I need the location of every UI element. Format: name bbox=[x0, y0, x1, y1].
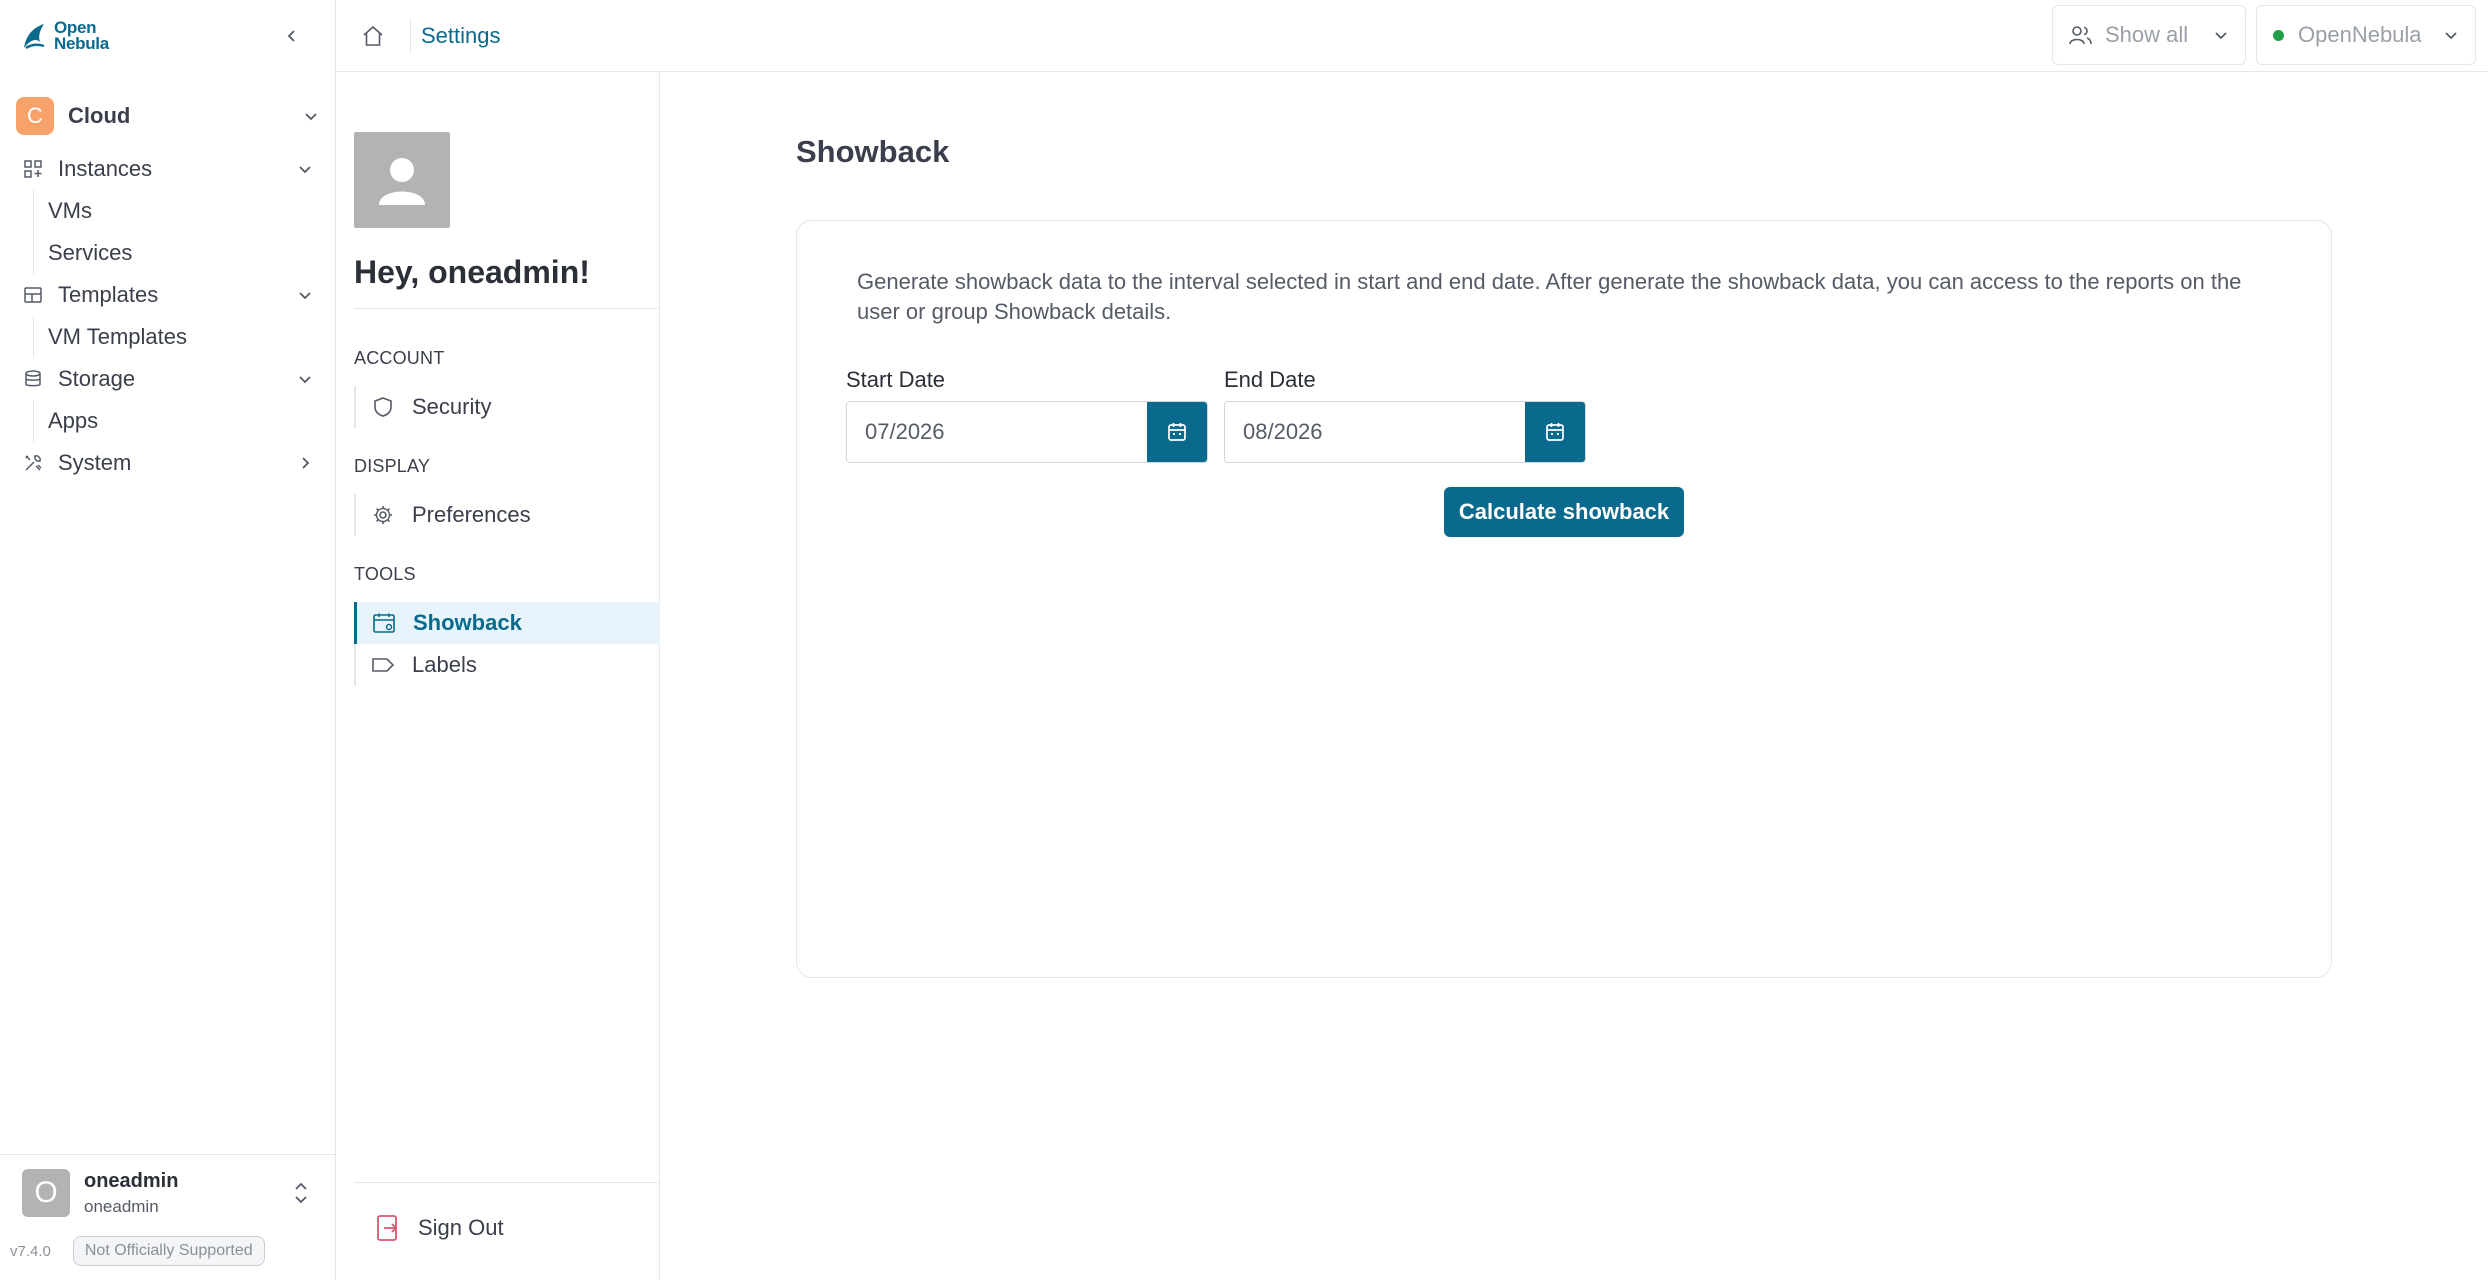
chevron-down-icon bbox=[299, 376, 311, 384]
settings-item-labels[interactable]: Labels bbox=[354, 644, 660, 686]
system-icon bbox=[22, 452, 44, 474]
zone-status-dot bbox=[2273, 29, 2284, 41]
chevron-left-icon bbox=[287, 30, 295, 42]
sidebar-item-system[interactable]: System bbox=[0, 442, 335, 484]
sidebar-subitem-vm-templates[interactable]: VM Templates bbox=[33, 316, 335, 358]
user-avatar-icon bbox=[379, 158, 425, 205]
group-filter-value: Show all bbox=[2105, 22, 2189, 47]
settings-item-showback[interactable]: Showback bbox=[354, 602, 660, 644]
user-group: oneadmin bbox=[84, 1196, 159, 1216]
start-date-picker-button[interactable] bbox=[1147, 402, 1207, 462]
sidebar-item-label: System bbox=[58, 450, 132, 475]
sign-out-label: Sign Out bbox=[418, 1215, 504, 1240]
calendar-icon bbox=[1168, 423, 1186, 441]
users-icon bbox=[2069, 26, 2092, 45]
home-button[interactable] bbox=[336, 0, 410, 72]
start-date-field: 07/2026 bbox=[846, 401, 1208, 463]
calculate-showback-button[interactable]: Calculate showback bbox=[1444, 487, 1684, 537]
version-label: v7.4.0 bbox=[10, 1242, 51, 1260]
sidebar-item-templates[interactable]: Templates bbox=[0, 274, 335, 316]
sidebar-subitem-apps[interactable]: Apps bbox=[33, 400, 335, 442]
chevron-down-icon bbox=[305, 113, 317, 121]
start-date-label: Start Date bbox=[846, 367, 946, 392]
section-title-display: DISPLAY bbox=[354, 456, 431, 476]
chevron-right-icon bbox=[302, 457, 310, 469]
user-menu[interactable]: O oneadmin oneadmin bbox=[0, 1155, 336, 1231]
sidebar-item-storage[interactable]: Storage bbox=[0, 358, 335, 400]
settings-item-label: Preferences bbox=[412, 502, 531, 527]
settings-item-security[interactable]: Security bbox=[354, 386, 660, 428]
user-block: O oneadmin oneadmin v7.4.0 Not Officiall… bbox=[0, 1154, 336, 1280]
chevron-down-icon bbox=[299, 166, 311, 174]
logo-text-nebula: Nebula bbox=[54, 34, 109, 53]
settings-panel: Hey, oneadmin! ACCOUNT Security DISPLAY … bbox=[336, 72, 660, 1280]
sidebar-subitem-vms[interactable]: VMs bbox=[33, 190, 335, 232]
sign-out-button[interactable]: Sign Out bbox=[376, 1214, 504, 1242]
profile-avatar bbox=[354, 132, 450, 228]
gear-icon bbox=[372, 504, 394, 526]
version-row: v7.4.0 Not Officially Supported bbox=[0, 1231, 336, 1271]
zone-select[interactable]: OpenNebula bbox=[2256, 5, 2476, 65]
group-filter-select[interactable]: Show all bbox=[2052, 5, 2246, 65]
chevron-down-icon bbox=[299, 292, 311, 300]
showback-description: Generate showback data to the interval s… bbox=[857, 269, 2242, 324]
tag-icon bbox=[372, 654, 394, 676]
settings-item-preferences[interactable]: Preferences bbox=[354, 494, 660, 536]
divider bbox=[354, 308, 660, 309]
profile-greeting: Hey, oneadmin! bbox=[354, 254, 590, 290]
settings-item-label: Showback bbox=[413, 610, 522, 635]
calendar-icon bbox=[1546, 423, 1564, 441]
instances-icon bbox=[22, 158, 44, 180]
sidebar-item-instances[interactable]: Instances bbox=[0, 148, 335, 190]
group-label: Cloud bbox=[68, 103, 131, 128]
zone-select-value: OpenNebula bbox=[2298, 22, 2422, 47]
sign-out-icon bbox=[376, 1214, 400, 1242]
section-title-account: ACCOUNT bbox=[354, 348, 445, 368]
support-badge: Not Officially Supported bbox=[72, 1236, 265, 1266]
settings-item-label: Labels bbox=[412, 652, 477, 677]
templates-icon bbox=[22, 284, 44, 306]
end-date-label: End Date bbox=[1224, 367, 1316, 392]
page-title: Showback bbox=[796, 134, 950, 169]
showback-card: Generate showback data to the interval s… bbox=[796, 220, 2332, 978]
storage-icon bbox=[22, 368, 44, 390]
divider bbox=[354, 1182, 660, 1183]
shield-icon bbox=[372, 396, 394, 418]
app-sidebar: Open Nebula C Cloud Instances VMs Servic… bbox=[0, 0, 336, 1280]
group-badge: C bbox=[16, 97, 54, 135]
user-name: oneadmin bbox=[84, 1169, 179, 1192]
end-date-picker-button[interactable] bbox=[1525, 402, 1585, 462]
sidebar-item-label: Storage bbox=[58, 366, 136, 391]
end-date-input[interactable]: 08/2026 bbox=[1225, 402, 1525, 462]
section-title-tools: TOOLS bbox=[354, 564, 416, 584]
end-date-field: 08/2026 bbox=[1224, 401, 1586, 463]
avatar: O bbox=[22, 1169, 70, 1217]
top-bar: Settings Show all OpenNebula bbox=[336, 0, 2488, 72]
chevron-down-icon bbox=[2445, 32, 2457, 40]
chevron-updown-icon bbox=[295, 1182, 307, 1204]
group-selector-cloud[interactable]: C Cloud bbox=[0, 92, 335, 140]
sidebar-item-label: Instances bbox=[58, 156, 153, 181]
logo-row: Open Nebula bbox=[0, 0, 335, 72]
home-icon bbox=[363, 25, 383, 46]
sidebar-item-label: Templates bbox=[58, 282, 159, 307]
breadcrumb[interactable]: Settings bbox=[421, 23, 501, 49]
opennebula-logo[interactable]: Open Nebula bbox=[22, 19, 109, 53]
start-date-input[interactable]: 07/2026 bbox=[847, 402, 1147, 462]
calendar-report-icon bbox=[373, 612, 395, 634]
chevron-down-icon bbox=[2215, 32, 2227, 40]
opennebula-logo-icon bbox=[24, 24, 45, 50]
collapse-sidebar-button[interactable] bbox=[278, 22, 306, 50]
settings-item-label: Security bbox=[412, 394, 492, 419]
sidebar-subitem-services[interactable]: Services bbox=[33, 232, 335, 274]
breadcrumb-separator bbox=[410, 17, 411, 54]
